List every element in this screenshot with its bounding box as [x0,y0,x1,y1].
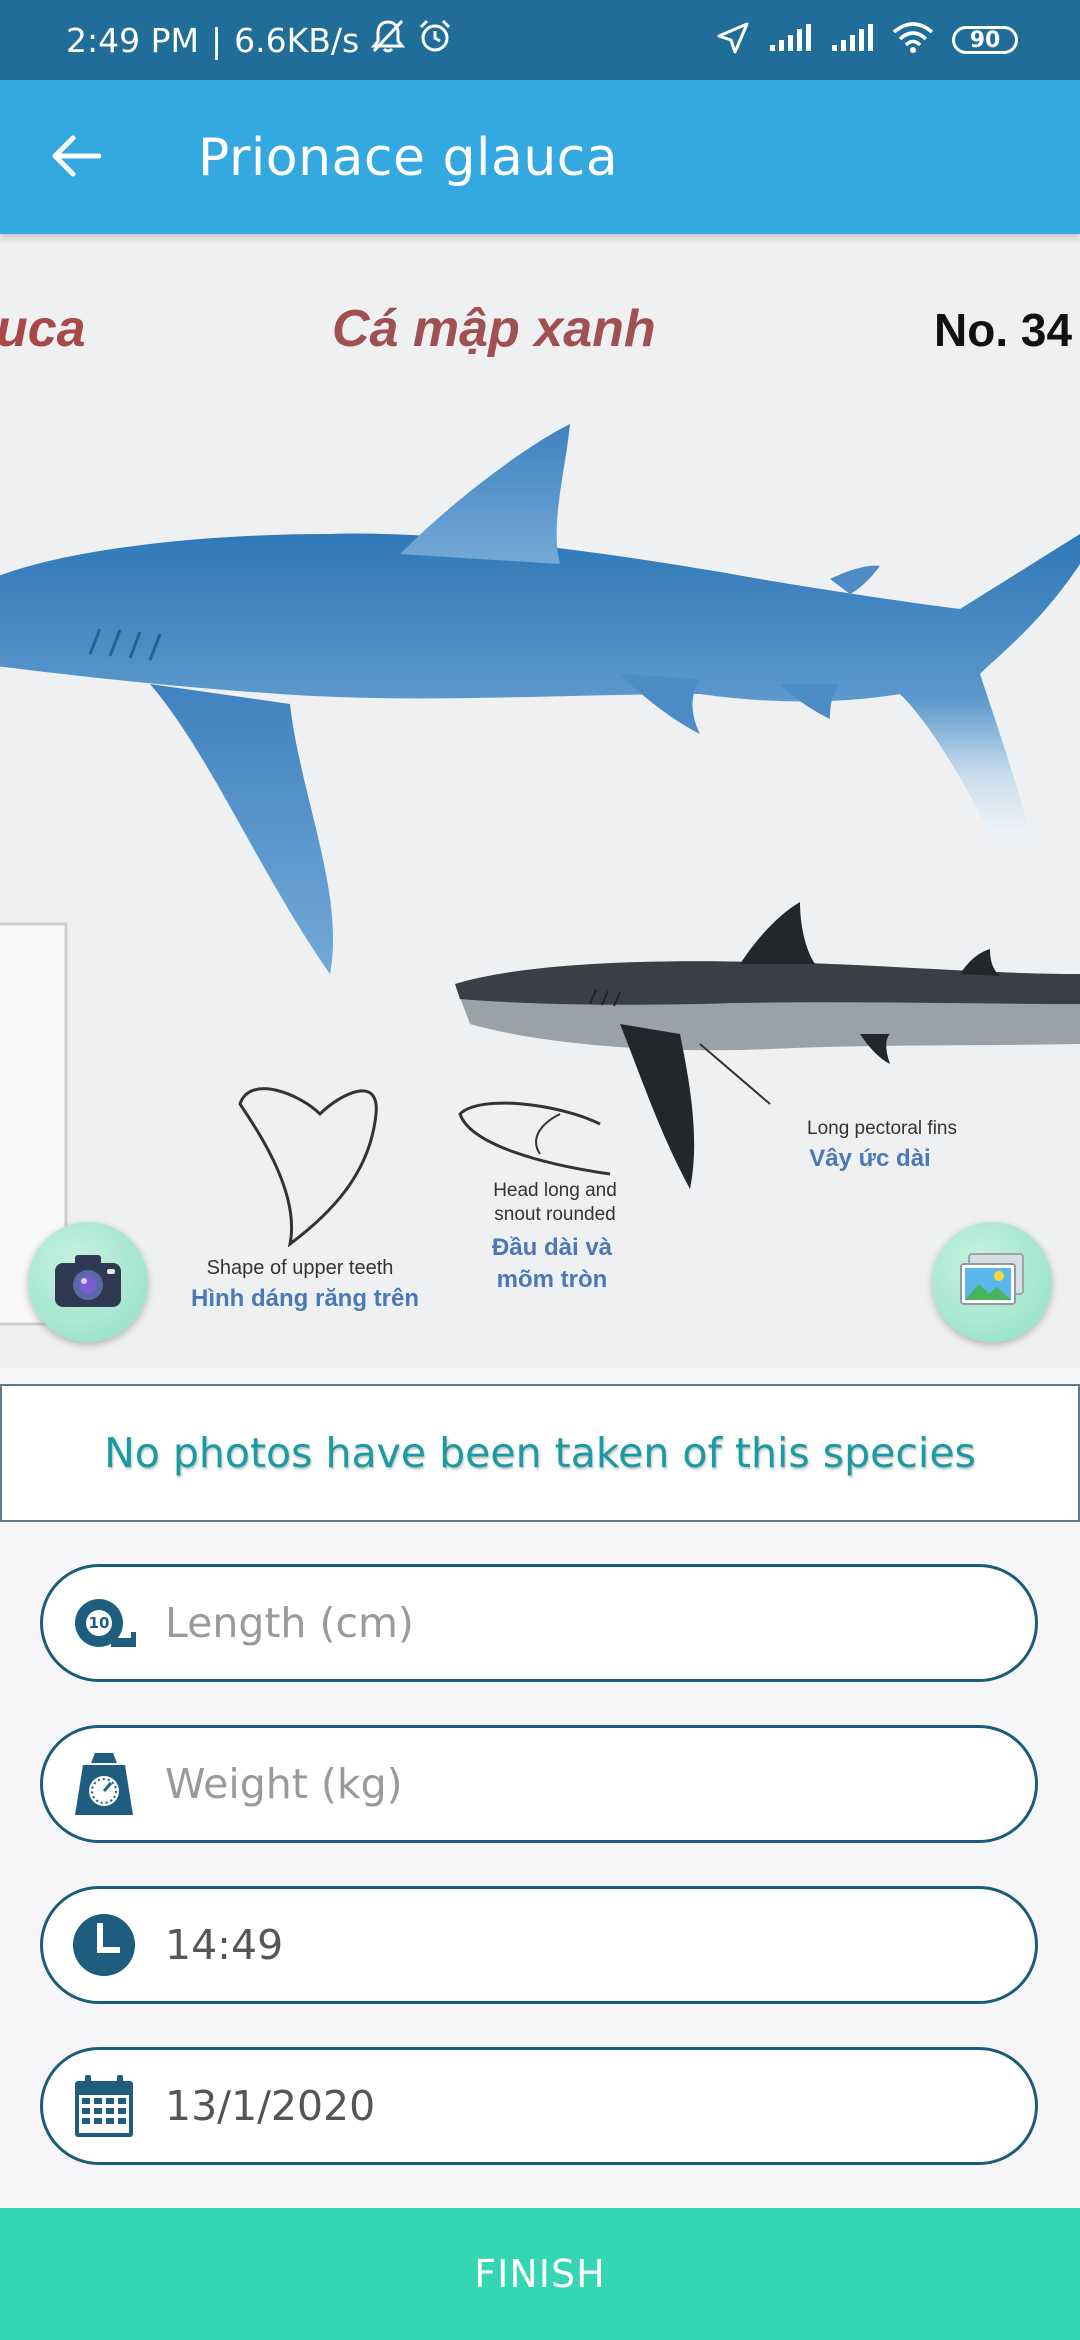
battery-icon: 90 [952,26,1018,54]
app-bar: Prionace glauca [0,80,1080,234]
calendar-icon [69,2071,139,2141]
time-value[interactable]: 14:49 [165,1921,985,1969]
status-separator: | [210,20,223,60]
signal-icon-1 [768,23,812,58]
label-fins-en: Long pectoral fins [807,1118,957,1139]
label-head-en-2: snout rounded [494,1204,616,1225]
label-teeth-en: Shape of upper teeth [207,1257,394,1279]
camera-icon [53,1251,123,1314]
label-head-en-1: Head long and [493,1180,617,1201]
page-title: Prionace glauca [198,128,619,188]
scale-icon [69,1749,139,1819]
status-right: 90 [716,18,1018,62]
gallery-button[interactable] [932,1222,1052,1342]
image-gallery-icon [959,1252,1025,1313]
bell-off-icon [371,18,406,62]
label-fins-vi: Vây ức dài [809,1145,930,1172]
plate-title-fragment: uca [0,300,86,358]
back-button[interactable] [40,122,112,194]
status-left: 2:49 PM | 6.6KB/s [66,18,453,62]
species-image: uca Cá mập xanh No. 34 Shape of upper te… [0,234,1080,1368]
camera-button[interactable] [28,1222,148,1342]
signal-icon-2 [830,23,874,58]
alarm-icon [417,18,453,62]
tape-measure-icon: 10 [69,1588,139,1658]
date-field[interactable]: 13/1/2020 [40,2047,1038,2165]
length-field[interactable]: 10 [40,1564,1038,1682]
plate-number: No. 34 [934,304,1072,356]
finish-button[interactable]: FINISH [0,2208,1080,2340]
weight-field[interactable] [40,1725,1038,1843]
time-field[interactable]: 14:49 [40,1886,1038,2004]
status-network-speed: 6.6KB/s [234,20,360,60]
label-head-vi-2: mõm tròn [497,1266,608,1293]
status-bar: 2:49 PM | 6.6KB/s 90 [0,0,1080,80]
clock-icon [69,1910,139,1980]
label-head-vi-1: Đầu dài và [492,1234,613,1261]
species-illustration: uca Cá mập xanh No. 34 Shape of upper te… [0,234,1080,1368]
location-icon [716,21,750,60]
tape-measure-number: 10 [89,1614,110,1632]
arrow-left-icon [51,134,102,183]
no-photos-message: No photos have been taken of this specie… [0,1384,1080,1522]
length-input[interactable] [165,1599,985,1647]
plate-vietnamese-name: Cá mập xanh [332,300,656,358]
wifi-icon [892,21,934,59]
label-teeth-vi: Hình dáng răng trên [191,1285,419,1312]
weight-input[interactable] [165,1760,985,1808]
date-value[interactable]: 13/1/2020 [165,2082,985,2130]
status-time: 2:49 PM [66,20,199,60]
